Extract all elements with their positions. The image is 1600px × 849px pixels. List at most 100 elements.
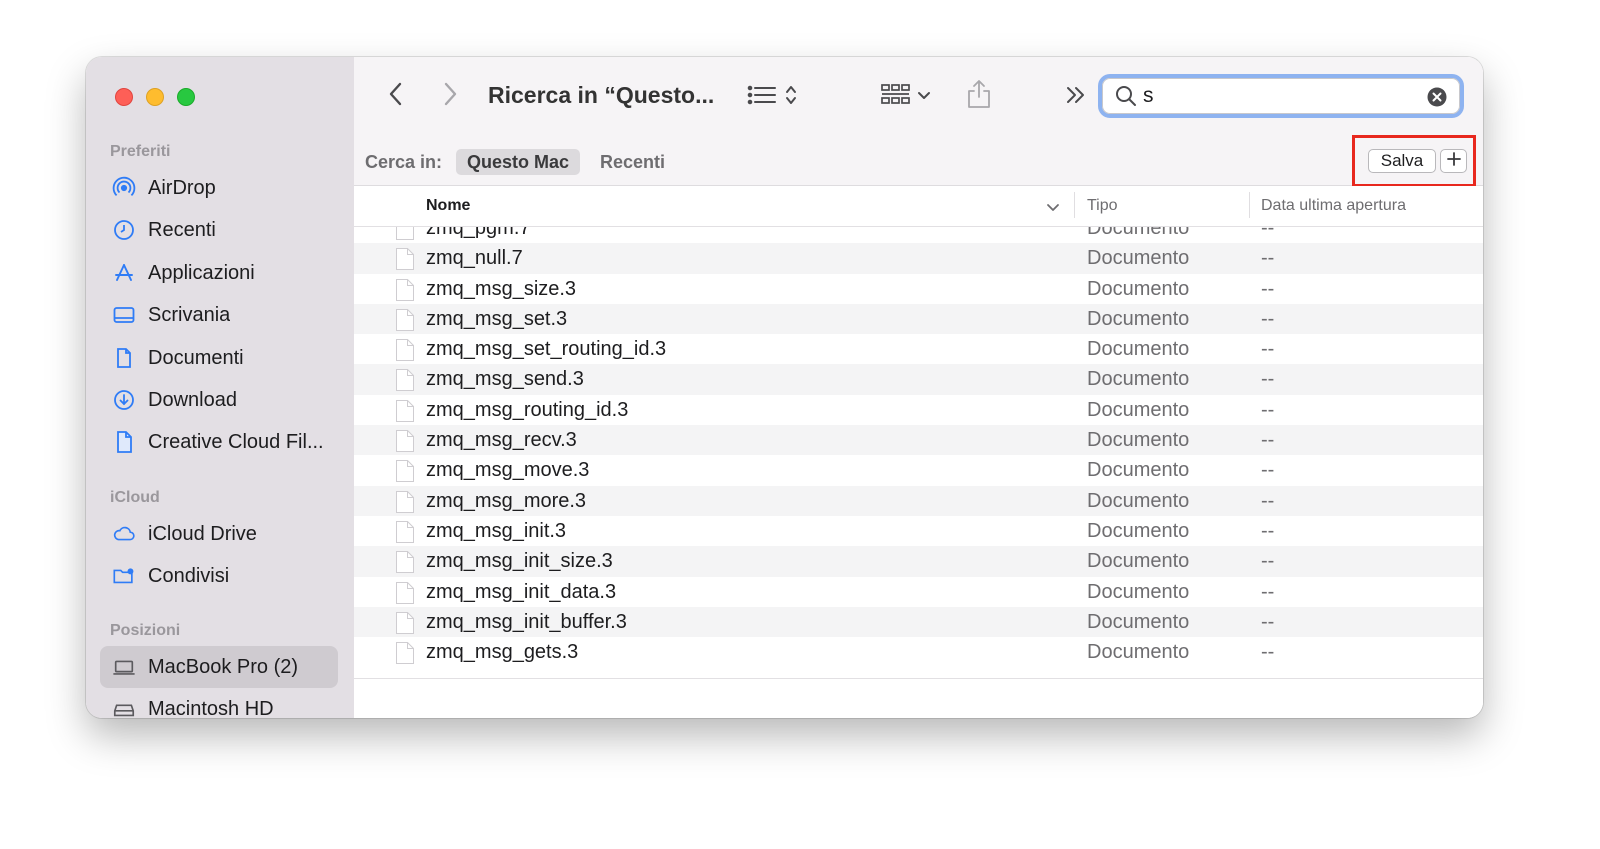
clear-search-icon[interactable] xyxy=(1427,87,1447,107)
file-type: Documento xyxy=(1087,519,1190,542)
file-type: Documento xyxy=(1087,368,1190,391)
file-last-opened: -- xyxy=(1261,641,1275,664)
chevron-double-right-icon xyxy=(1065,85,1087,110)
table-row[interactable]: zmq_msg_init_buffer.3 Documento -- xyxy=(354,606,1483,638)
table-row[interactable]: zmq_msg_init_data.3 Documento -- xyxy=(354,577,1483,607)
file-list: zmq_pgm.7 Documento -- zmq_null.7 Documento -… xyxy=(354,227,1483,678)
table-row[interactable]: zmq_msg_gets.3 Documento -- xyxy=(354,637,1483,667)
table-row[interactable]: zmq_msg_routing_id.3 Documento -- xyxy=(354,395,1483,425)
file-icon xyxy=(395,369,415,396)
table-row[interactable]: zmq_msg_init.3 Documento -- xyxy=(354,516,1483,546)
file-icon xyxy=(395,551,415,578)
more-toolbar-button[interactable] xyxy=(1062,83,1090,111)
sidebar-item-download[interactable]: Download xyxy=(100,379,338,421)
share-button[interactable] xyxy=(964,79,994,113)
sidebar-item-scrivania[interactable]: Scrivania xyxy=(100,294,338,336)
sidebar-item-documenti[interactable]: Documenti xyxy=(100,337,338,379)
sidebar-item-recenti[interactable]: Recenti xyxy=(100,209,338,251)
status-bar xyxy=(354,678,1483,718)
column-divider[interactable] xyxy=(1074,192,1075,218)
add-criteria-button[interactable] xyxy=(1440,149,1467,173)
table-row[interactable]: zmq_msg_recv.3 Documento -- xyxy=(354,425,1483,457)
file-type: Documento xyxy=(1087,550,1190,573)
file-icon xyxy=(395,460,415,487)
zoom-window-button[interactable] xyxy=(177,88,195,106)
download-icon xyxy=(112,388,136,412)
file-name: zmq_msg_size.3 xyxy=(426,277,577,300)
file-icon xyxy=(395,642,415,669)
file-last-opened: -- xyxy=(1261,338,1275,361)
file-icon xyxy=(395,581,415,609)
column-header-nome[interactable]: Nome xyxy=(426,197,470,215)
table-row[interactable]: zmq_msg_set_routing_id.3 Documento -- xyxy=(354,334,1483,364)
sidebar-item-icloud-drive[interactable]: iCloud Drive xyxy=(100,513,338,555)
table-row[interactable]: zmq_msg_move.3 Documento -- xyxy=(354,455,1483,485)
file-name: zmq_msg_more.3 xyxy=(426,489,587,512)
back-button[interactable] xyxy=(384,81,408,111)
file-name: zmq_msg_init_buffer.3 xyxy=(426,610,627,633)
disk-icon xyxy=(112,697,136,718)
file-type: Documento xyxy=(1087,338,1190,361)
scope-recenti[interactable]: Recenti xyxy=(589,149,676,175)
file-name: zmq_msg_init_data.3 xyxy=(426,580,617,603)
table-row[interactable]: zmq_msg_more.3 Documento -- xyxy=(354,485,1483,516)
laptop-icon xyxy=(112,655,136,679)
file-type: Documento xyxy=(1087,580,1190,603)
group-button[interactable] xyxy=(878,81,934,113)
scope-questo-mac[interactable]: Questo Mac xyxy=(456,149,581,175)
file-name: zmq_null.7 xyxy=(426,247,523,270)
column-header-tipo[interactable]: Tipo xyxy=(1087,197,1118,215)
file-name: zmq_msg_send.3 xyxy=(426,368,584,391)
shared-folder-icon xyxy=(112,564,136,588)
search-input[interactable] xyxy=(1143,84,1413,108)
plus-icon xyxy=(1446,151,1462,172)
file-last-opened: -- xyxy=(1261,398,1275,421)
file-icon xyxy=(395,278,415,306)
file-last-opened: -- xyxy=(1261,459,1275,482)
sidebar-item-condivisi[interactable]: Condivisi xyxy=(100,555,338,597)
file-icon xyxy=(395,399,415,427)
file-last-opened: -- xyxy=(1261,247,1275,270)
sidebar-item-creative-cloud[interactable]: Creative Cloud Fil... xyxy=(100,421,338,463)
file-last-opened: -- xyxy=(1261,307,1275,330)
sidebar-item-macintosh-hd[interactable]: Macintosh HD xyxy=(100,688,338,718)
sidebar-item-applicazioni[interactable]: Applicazioni xyxy=(100,252,338,294)
cloud-icon xyxy=(112,522,136,546)
sidebar-section-preferiti: Preferiti xyxy=(110,143,171,160)
file-name: zmq_pgm.7 xyxy=(426,227,531,239)
file-name: zmq_msg_recv.3 xyxy=(426,429,577,452)
file-last-opened: -- xyxy=(1261,429,1275,452)
file-name: zmq_msg_init.3 xyxy=(426,519,567,542)
table-row[interactable]: zmq_msg_set.3 Documento -- xyxy=(354,303,1483,335)
airdrop-icon xyxy=(112,176,136,200)
table-row[interactable]: zmq_msg_send.3 Documento -- xyxy=(354,364,1483,396)
sidebar: Preferiti AirDrop Recenti Applicazioni S… xyxy=(86,57,354,718)
table-row[interactable]: zmq_msg_size.3 Documento -- xyxy=(354,274,1483,304)
file-last-opened: -- xyxy=(1261,489,1275,512)
search-field[interactable] xyxy=(1098,74,1464,118)
file-name: zmq_msg_move.3 xyxy=(426,459,590,482)
save-search-button[interactable]: Salva xyxy=(1368,149,1436,173)
document-icon xyxy=(112,346,136,370)
view-options-button[interactable] xyxy=(742,81,802,113)
file-icon xyxy=(395,248,415,275)
table-row[interactable]: zmq_msg_init_size.3 Documento -- xyxy=(354,546,1483,578)
sort-chevron-icon[interactable] xyxy=(1046,200,1060,218)
column-divider[interactable] xyxy=(1249,192,1250,218)
chevron-updown-icon xyxy=(785,83,797,112)
sidebar-item-airdrop[interactable]: AirDrop xyxy=(100,167,338,209)
table-row[interactable]: zmq_pgm.7 Documento -- xyxy=(354,227,1483,243)
file-icon xyxy=(112,430,136,454)
minimize-window-button[interactable] xyxy=(146,88,164,106)
close-window-button[interactable] xyxy=(115,88,133,106)
window-title: Ricerca in “Questo... xyxy=(488,82,715,108)
forward-button[interactable] xyxy=(438,81,462,111)
table-row[interactable]: zmq_null.7 Documento -- xyxy=(354,243,1483,275)
sidebar-item-macbook-pro[interactable]: MacBook Pro (2) xyxy=(100,646,338,688)
column-header-data[interactable]: Data ultima apertura xyxy=(1261,197,1406,215)
file-type: Documento xyxy=(1087,247,1190,270)
search-icon xyxy=(1115,85,1137,107)
file-type: Documento xyxy=(1087,459,1190,482)
file-icon xyxy=(395,430,415,457)
share-icon xyxy=(966,79,992,114)
